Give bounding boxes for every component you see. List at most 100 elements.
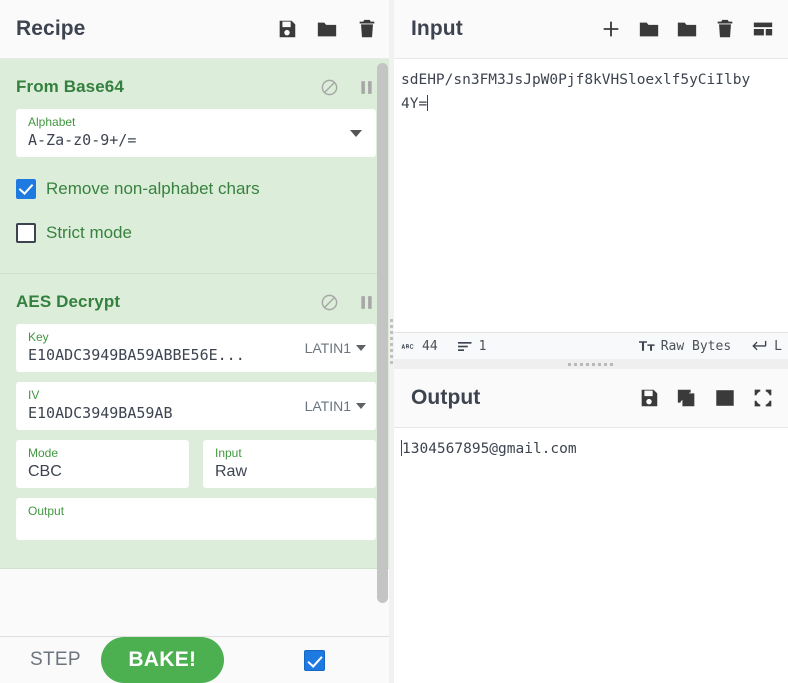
recipe-scrollbar-thumb[interactable] <box>377 63 388 603</box>
abc-icon <box>401 340 416 353</box>
input-line-1: sdEHP/sn3FM3JsJpW0Pjf8kVHSloexlf5yCiIlby <box>401 72 751 88</box>
line-ending-icon <box>751 339 768 353</box>
recipe-pane: Recipe From Base64 Alphabet A-Za-z0-9+/=… <box>0 0 393 683</box>
operation-header: AES Decrypt <box>16 284 376 320</box>
recipe-scrollbar[interactable] <box>377 59 388 636</box>
key-encoding-label: LATIN1 <box>304 339 351 356</box>
arg-label: Remove non-alphabet chars <box>46 179 260 198</box>
arg-label: Strict mode <box>46 223 132 242</box>
bake-controls-bar: STEP BAKE! <box>0 636 392 683</box>
arg-label: Mode <box>28 446 59 460</box>
input-title: Input <box>411 17 463 40</box>
save-recipe-icon[interactable] <box>276 18 298 40</box>
arg-key[interactable]: Key E10ADC3949BA59ABBE56E... LATIN1 <box>16 324 376 372</box>
add-input-tab-icon[interactable] <box>600 18 622 40</box>
io-column: Input sdEHP/sn3FM3JsJpW0Pjf8kVHSloexlf5y… <box>393 0 788 683</box>
lines-icon <box>457 340 473 353</box>
input-line-2: 4Y= <box>401 96 428 112</box>
input-title-bar: Input <box>393 0 788 59</box>
breakpoint-icon[interactable] <box>357 78 376 97</box>
chevron-down-icon <box>356 344 366 351</box>
input-status-right: Raw Bytes L <box>638 338 782 354</box>
iv-encoding-label: LATIN1 <box>304 397 351 414</box>
arg-output-format[interactable]: Output <box>16 498 376 540</box>
arg-mode[interactable]: Mode CBC <box>16 440 189 488</box>
input-character-encoding[interactable]: Raw Bytes <box>638 338 732 354</box>
output-title: Output <box>411 386 481 409</box>
chevron-down-icon[interactable] <box>350 130 362 137</box>
arg-label: IV <box>28 387 40 402</box>
arg-label: Output <box>28 504 65 518</box>
recipe-io-splitter[interactable] <box>389 0 394 683</box>
replace-input-with-output-icon[interactable] <box>714 387 736 409</box>
breakpoint-icon[interactable] <box>357 293 376 312</box>
open-file-icon[interactable] <box>638 18 660 40</box>
disable-operation-icon[interactable] <box>320 293 339 312</box>
arg-label: Key <box>28 329 49 344</box>
arg-value: E10ADC3949BA59AB <box>28 403 173 422</box>
arg-iv[interactable]: IV E10ADC3949BA59AB LATIN1 <box>16 382 376 430</box>
step-button[interactable]: STEP <box>16 649 91 671</box>
save-output-icon[interactable] <box>638 387 660 409</box>
output-title-icons <box>638 387 774 409</box>
input-lines-status[interactable]: 1 <box>457 338 487 354</box>
input-line-ending-value: L <box>774 338 782 354</box>
input-pane: Input sdEHP/sn3FM3JsJpW0Pjf8kVHSloexlf5y… <box>393 0 788 359</box>
disable-operation-icon[interactable] <box>320 78 339 97</box>
output-pane: Output 1304567895@gmail.com <box>393 369 788 683</box>
splitter-grip <box>390 319 393 364</box>
recipe-title-icons <box>276 18 378 40</box>
arg-remove-non-alphabet-chars[interactable]: Remove non-alphabet chars <box>16 167 376 211</box>
arg-label: Alphabet <box>28 115 76 129</box>
arg-value: E10ADC3949BA59ABBE56E... <box>28 345 245 364</box>
recipe-operation-aes-decrypt[interactable]: AES Decrypt Key E10ADC3949BA59ABBE56E...… <box>0 274 392 569</box>
checkbox-remove-non-alphabet-chars[interactable] <box>16 179 36 199</box>
arg-alphabet[interactable]: Alphabet A-Za-z0-9+/= <box>16 109 376 157</box>
recipe-operation-from-base64[interactable]: From Base64 Alphabet A-Za-z0-9+/= Remove… <box>0 59 392 274</box>
copy-output-icon[interactable] <box>676 387 698 409</box>
input-textarea[interactable]: sdEHP/sn3FM3JsJpW0Pjf8kVHSloexlf5yCiIlby… <box>393 59 788 332</box>
output-title-bar: Output <box>393 369 788 428</box>
clear-recipe-icon[interactable] <box>356 18 378 40</box>
maximise-output-icon[interactable] <box>752 387 774 409</box>
recipe-operations-list[interactable]: From Base64 Alphabet A-Za-z0-9+/= Remove… <box>0 59 392 636</box>
output-value: 1304567895@gmail.com <box>402 441 577 457</box>
checkbox-strict-mode[interactable] <box>16 223 36 243</box>
chevron-down-icon <box>356 402 366 409</box>
recipe-title-bar: Recipe <box>0 0 392 59</box>
arg-value: CBC <box>28 463 62 480</box>
bake-button[interactable]: BAKE! <box>100 637 224 683</box>
arg-label: Input <box>215 446 242 460</box>
operation-title: AES Decrypt <box>16 292 121 311</box>
arg-row-mode-input: Mode CBC Input Raw <box>16 440 376 498</box>
iv-encoding-dropdown[interactable]: LATIN1 <box>297 398 366 414</box>
input-character-encoding-value: Raw Bytes <box>660 338 732 354</box>
operation-controls <box>320 78 376 97</box>
input-status-bar: 44 1 Raw Bytes L <box>393 332 788 359</box>
operation-title: From Base64 <box>16 77 124 96</box>
operation-header: From Base64 <box>16 69 376 105</box>
recipe-title: Recipe <box>16 17 86 40</box>
arg-strict-mode[interactable]: Strict mode <box>16 211 376 255</box>
open-folder-as-input-icon[interactable] <box>676 18 698 40</box>
arg-value: Raw <box>215 463 248 480</box>
arg-input-format[interactable]: Input Raw <box>203 440 376 488</box>
auto-bake-checkbox[interactable] <box>303 649 325 671</box>
output-textarea[interactable]: 1304567895@gmail.com <box>393 428 788 683</box>
font-size-icon <box>638 339 655 353</box>
cyberchef-app: Recipe From Base64 Alphabet A-Za-z0-9+/=… <box>0 0 788 683</box>
input-lines-value: 1 <box>478 338 487 354</box>
load-recipe-icon[interactable] <box>316 18 338 40</box>
input-tabs-layout-icon[interactable] <box>752 18 774 40</box>
io-splitter[interactable] <box>393 359 788 369</box>
input-title-icons <box>600 18 774 40</box>
arg-value: A-Za-z0-9+/= <box>28 131 137 149</box>
key-encoding-dropdown[interactable]: LATIN1 <box>297 340 366 356</box>
text-cursor <box>427 95 429 111</box>
input-length-status[interactable]: 44 <box>401 339 438 354</box>
input-line-ending[interactable]: L <box>751 339 782 354</box>
input-length-value: 44 <box>422 338 438 354</box>
clear-io-icon[interactable] <box>714 18 736 40</box>
splitter-grip <box>568 362 613 366</box>
operation-controls <box>320 293 376 312</box>
